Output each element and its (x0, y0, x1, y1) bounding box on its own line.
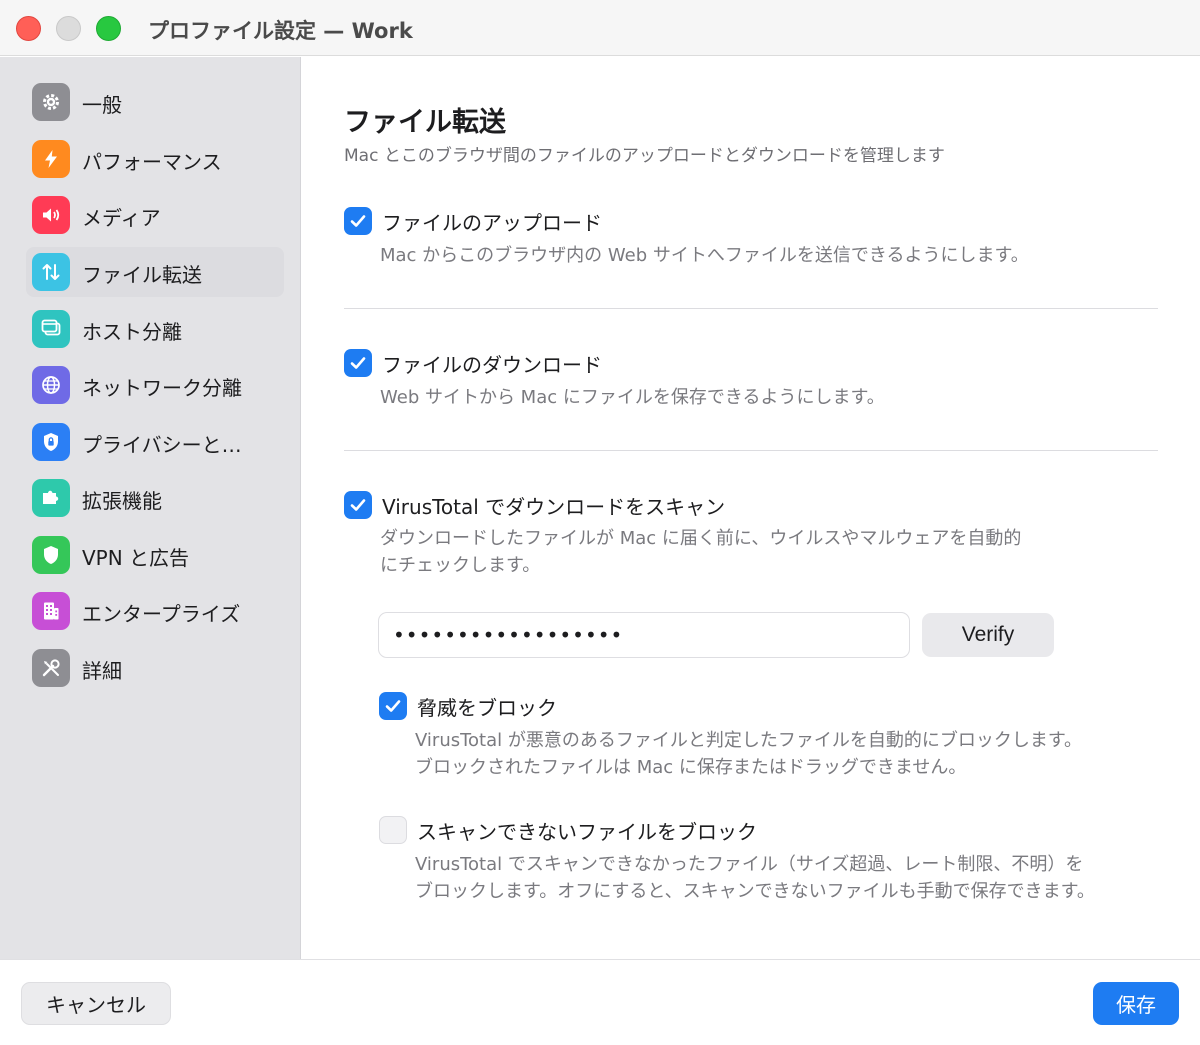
checkmark-icon (350, 357, 366, 369)
sidebar-item-extensions[interactable]: 拡張機能 (26, 473, 284, 523)
page-title: ファイル転送 (344, 107, 506, 138)
upload-description: Mac からこのブラウザ内の Web サイトへファイルを送信できるようにします。 (380, 245, 1029, 266)
sidebar-item-network-isolation[interactable]: ネットワーク分離 (26, 360, 284, 410)
shield-icon (32, 536, 70, 574)
block-unscannable-description-line2: ブロックします。オフにすると、スキャンできないファイルも手動で保存できます。 (415, 881, 1095, 902)
checkmark-icon (350, 215, 366, 227)
sidebar-item-host-isolation[interactable]: ホスト分離 (26, 304, 284, 354)
block-unscannable-checkbox[interactable] (379, 816, 407, 844)
virustotal-description-line1: ダウンロードしたファイルが Mac に届く前に、ウイルスやマルウェアを自動的 (380, 528, 1022, 549)
divider (344, 450, 1158, 451)
sidebar-item-label: メディア (82, 206, 161, 230)
building-icon (32, 592, 70, 630)
download-label[interactable]: ファイルのダウンロード (382, 349, 602, 378)
sidebar: 一般 パフォーマンス メディア ファイル転送 ホスト分離 ネットワーク分離 プラ… (0, 57, 301, 959)
footer: キャンセル 保存 (0, 959, 1200, 1045)
checkmark-icon (350, 499, 366, 511)
upload-checkbox[interactable] (344, 207, 372, 235)
sidebar-item-label: 詳細 (82, 659, 122, 683)
lock-shield-icon (32, 423, 70, 461)
block-unscannable-label[interactable]: スキャンできないファイルをブロック (417, 816, 757, 845)
download-checkbox[interactable] (344, 349, 372, 377)
minimize-window-button[interactable] (56, 16, 81, 41)
checkmark-icon (385, 700, 401, 712)
sidebar-item-label: エンタープライズ (82, 602, 241, 626)
sidebar-item-performance[interactable]: パフォーマンス (26, 134, 284, 184)
virustotal-description-line2: にチェックします。 (380, 555, 541, 576)
sidebar-item-advanced[interactable]: 詳細 (26, 643, 284, 693)
tools-icon (32, 649, 70, 687)
upload-label[interactable]: ファイルのアップロード (382, 207, 602, 236)
sidebar-item-label: ファイル転送 (82, 263, 202, 287)
sidebar-item-label: VPN と広告 (82, 546, 190, 570)
zoom-window-button[interactable] (96, 16, 121, 41)
puzzle-icon (32, 479, 70, 517)
speaker-icon (32, 196, 70, 234)
cancel-button[interactable]: キャンセル (21, 982, 171, 1025)
virustotal-scan-checkbox[interactable] (344, 491, 372, 519)
sidebar-item-privacy[interactable]: プライバシーと… (26, 417, 284, 467)
sidebar-item-file-transfer[interactable]: ファイル転送 (26, 247, 284, 297)
sidebar-item-enterprise[interactable]: エンタープライズ (26, 586, 284, 636)
sidebar-item-label: プライバシーと… (82, 433, 242, 457)
sidebar-item-label: 拡張機能 (82, 489, 162, 513)
divider (344, 308, 1158, 309)
block-threats-description-line2: ブロックされたファイルは Mac に保存またはドラッグできません。 (415, 757, 967, 778)
close-window-button[interactable] (16, 16, 41, 41)
globe-icon (32, 366, 70, 404)
verify-button[interactable]: Verify (922, 613, 1054, 657)
sidebar-item-media[interactable]: メディア (26, 190, 284, 240)
page-subtitle: Mac とこのブラウザ間のファイルのアップロードとダウンロードを管理します (344, 146, 945, 166)
gear-icon (32, 83, 70, 121)
block-unscannable-description-line1: VirusTotal でスキャンできなかったファイル（サイズ超過、レート制限、不… (415, 854, 1084, 875)
profile-settings-window: プロファイル設定 — Work 一般 パフォーマンス メディア ファイル転送 ホ… (0, 0, 1200, 1045)
download-description: Web サイトから Mac にファイルを保存できるようにします。 (380, 387, 885, 408)
sidebar-item-label: 一般 (82, 93, 122, 117)
window-title: プロファイル設定 — Work (148, 19, 413, 43)
block-threats-label[interactable]: 脅威をブロック (417, 692, 557, 721)
sidebar-item-general[interactable]: 一般 (26, 77, 284, 127)
sidebar-item-label: ネットワーク分離 (82, 376, 242, 400)
virustotal-api-key-input[interactable] (378, 612, 910, 658)
transfer-arrows-icon (32, 253, 70, 291)
window-stack-icon (32, 310, 70, 348)
title-bar: プロファイル設定 — Work (0, 0, 1200, 56)
save-button[interactable]: 保存 (1093, 982, 1179, 1025)
file-transfer-panel: ファイル転送 Mac とこのブラウザ間のファイルのアップロードとダウンロードを管… (302, 57, 1200, 959)
block-threats-description-line1: VirusTotal が悪意のあるファイルと判定したファイルを自動的にブロックし… (415, 730, 1083, 751)
sidebar-item-label: パフォーマンス (82, 150, 222, 174)
sidebar-item-label: ホスト分離 (82, 320, 182, 344)
sidebar-item-vpn-ads[interactable]: VPN と広告 (26, 530, 284, 580)
virustotal-scan-label[interactable]: VirusTotal でダウンロードをスキャン (382, 491, 725, 520)
block-threats-checkbox[interactable] (379, 692, 407, 720)
bolt-icon (32, 140, 70, 178)
